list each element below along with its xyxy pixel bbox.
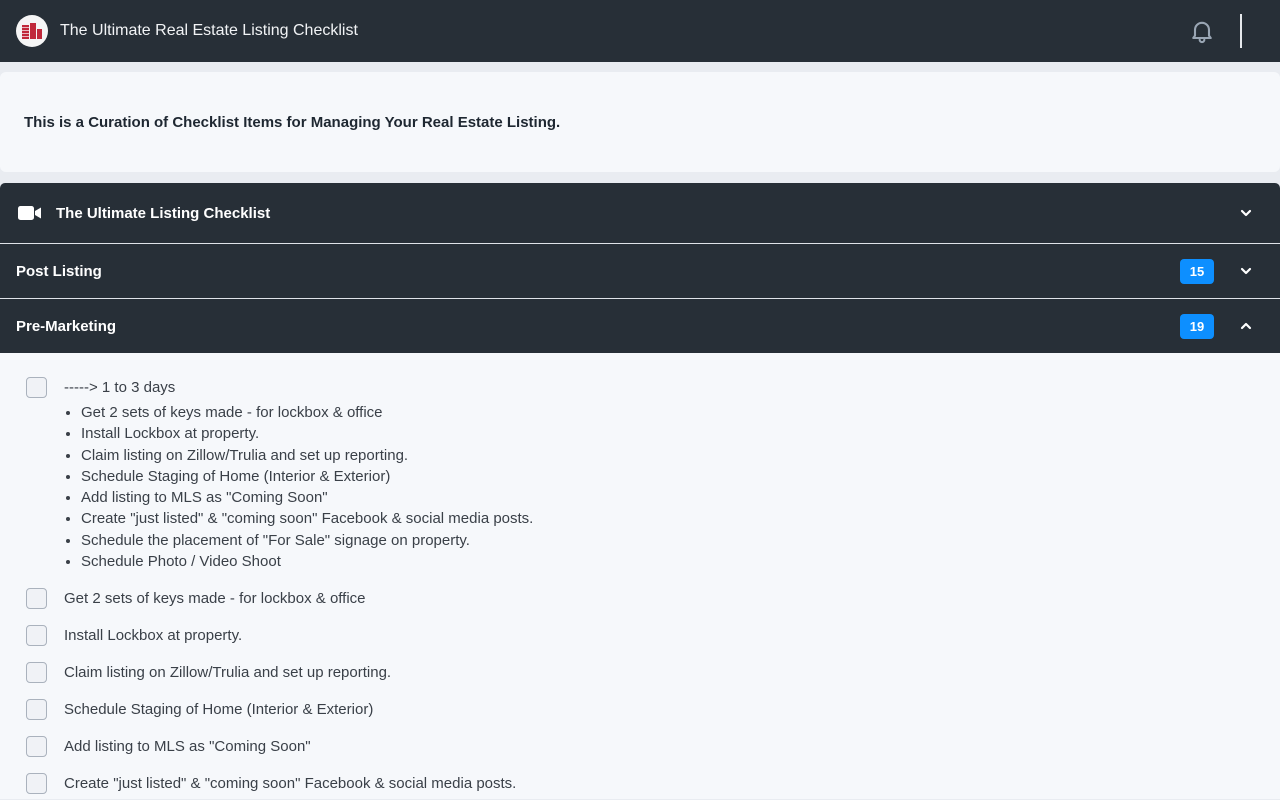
checklist-item: Add listing to MLS as "Coming Soon" bbox=[26, 736, 1254, 758]
chevron-up-icon[interactable] bbox=[1238, 318, 1254, 334]
item-label: -----> 1 to 3 days bbox=[64, 379, 176, 396]
subitem: Schedule Staging of Home (Interior & Ext… bbox=[81, 466, 1254, 487]
header-divider bbox=[1240, 14, 1242, 48]
item-label: Claim listing on Zillow/Trulia and set u… bbox=[64, 664, 392, 682]
section-title: Pre-Marketing bbox=[16, 317, 117, 335]
item-label: Add listing to MLS as "Coming Soon" bbox=[64, 738, 311, 756]
subitem: Install Lockbox at property. bbox=[81, 423, 1254, 444]
top-bar: The Ultimate Real Estate Listing Checkli… bbox=[0, 0, 1280, 62]
pre-marketing-body: -----> 1 to 3 days Get 2 sets of keys ma… bbox=[0, 353, 1280, 799]
checklist-item: Claim listing on Zillow/Trulia and set u… bbox=[26, 662, 1254, 684]
checklist-item: Get 2 sets of keys made - for lockbox & … bbox=[26, 588, 1254, 610]
checklist-item: -----> 1 to 3 days bbox=[26, 377, 1254, 398]
item-checkbox[interactable] bbox=[26, 699, 47, 721]
item-label: Install Lockbox at property. bbox=[64, 627, 243, 645]
checklist-accordion: The Ultimate Listing Checklist Post List… bbox=[0, 183, 1280, 799]
checklist-item-group: -----> 1 to 3 days Get 2 sets of keys ma… bbox=[26, 377, 1254, 572]
checklist-item: Create "just listed" & "coming soon" Fac… bbox=[26, 773, 1254, 795]
item-checkbox[interactable] bbox=[26, 773, 47, 795]
section-title: The Ultimate Listing Checklist bbox=[56, 204, 271, 222]
item-label: Get 2 sets of keys made - for lockbox & … bbox=[64, 590, 366, 608]
subitem: Create "just listed" & "coming soon" Fac… bbox=[81, 508, 1254, 529]
intro-panel: This is a Curation of Checklist Items fo… bbox=[0, 72, 1280, 172]
item-checkbox[interactable] bbox=[26, 625, 47, 647]
checklist-item: Schedule Staging of Home (Interior & Ext… bbox=[26, 699, 1254, 721]
intro-text: This is a Curation of Checklist Items fo… bbox=[24, 113, 561, 131]
subitem: Claim listing on Zillow/Trulia and set u… bbox=[81, 445, 1254, 466]
item-checkbox[interactable] bbox=[26, 662, 47, 684]
section-header-post-listing[interactable]: Post Listing 15 bbox=[0, 243, 1280, 298]
chevron-down-icon[interactable] bbox=[1238, 263, 1254, 279]
chevron-down-icon[interactable] bbox=[1238, 205, 1254, 221]
subitem: Get 2 sets of keys made - for lockbox & … bbox=[81, 402, 1254, 423]
section-title: Post Listing bbox=[16, 262, 102, 280]
building-logo-icon bbox=[16, 15, 48, 47]
section-header-pre-marketing[interactable]: Pre-Marketing 19 bbox=[0, 298, 1280, 353]
section-header-ultimate-listing-checklist[interactable]: The Ultimate Listing Checklist bbox=[0, 183, 1280, 243]
item-label: Create "just listed" & "coming soon" Fac… bbox=[64, 775, 517, 793]
subitem: Schedule the placement of "For Sale" sig… bbox=[81, 530, 1254, 551]
video-camera-icon bbox=[18, 206, 41, 220]
count-badge: 19 bbox=[1180, 313, 1214, 339]
item-checkbox[interactable] bbox=[26, 588, 47, 610]
count-badge: 15 bbox=[1180, 258, 1214, 284]
bell-icon[interactable] bbox=[1188, 17, 1216, 45]
item-label: Schedule Staging of Home (Interior & Ext… bbox=[64, 701, 374, 719]
app-title: The Ultimate Real Estate Listing Checkli… bbox=[60, 22, 358, 39]
checklist-item: Install Lockbox at property. bbox=[26, 625, 1254, 647]
subitem: Add listing to MLS as "Coming Soon" bbox=[81, 487, 1254, 508]
subitem: Schedule Photo / Video Shoot bbox=[81, 551, 1254, 572]
item-checkbox[interactable] bbox=[26, 377, 47, 398]
subitem-list: Get 2 sets of keys made - for lockbox & … bbox=[81, 402, 1254, 572]
item-checkbox[interactable] bbox=[26, 736, 47, 758]
